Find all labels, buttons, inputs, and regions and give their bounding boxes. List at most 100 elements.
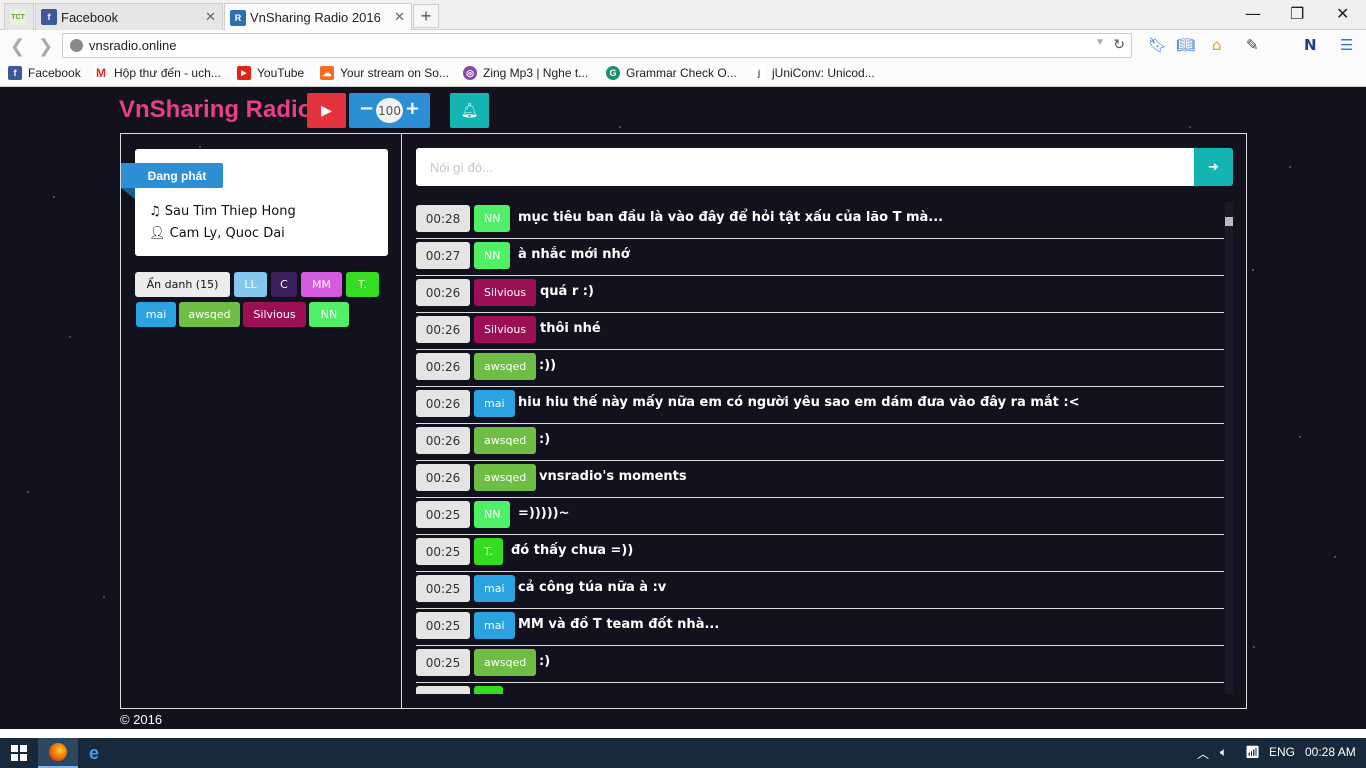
bookmark-youtube[interactable]: ▶ YouTube xyxy=(237,66,304,80)
message-nick[interactable]: awsqed xyxy=(474,353,537,380)
network-icon[interactable]: 📶︎ xyxy=(1245,745,1260,759)
send-button[interactable]: ➜ xyxy=(1194,148,1233,186)
chat-scrollbar[interactable] xyxy=(1225,202,1233,694)
home-icon[interactable]: ⌂ xyxy=(1212,36,1222,54)
tools-icon[interactable]: ✎ xyxy=(1246,36,1259,54)
user-badge[interactable]: NN xyxy=(309,302,349,327)
bookmark-label: Facebook xyxy=(28,66,81,80)
message-text: đó thấy chưa =)) xyxy=(511,543,634,558)
notification-button[interactable]: 🔔︎ xyxy=(450,93,489,128)
message-nick[interactable]: Silvious xyxy=(474,279,537,306)
reload-icon[interactable]: ↻ xyxy=(1113,36,1125,53)
tab-vnsharing-radio[interactable]: R VnSharing Radio 2016 ✕ xyxy=(224,3,412,31)
language-indicator[interactable]: ENG xyxy=(1269,745,1295,759)
volume-control: − 100 + xyxy=(349,93,430,128)
show-hidden-icons-icon[interactable]: ︿ xyxy=(1197,745,1209,762)
soundcloud-icon: ☁ xyxy=(320,66,334,80)
chat-input-row: ➜ xyxy=(416,148,1233,186)
minimize-icon[interactable]: — xyxy=(1245,4,1261,23)
taskbar-firefox[interactable] xyxy=(38,738,78,768)
scrollbar-thumb[interactable] xyxy=(1225,217,1233,226)
message-time: 00:25 xyxy=(416,575,470,602)
tab-facebook[interactable]: f Facebook ✕ xyxy=(35,3,223,30)
chat-message: 00:26 Silvious quá r :) xyxy=(416,276,1224,313)
address-bar[interactable]: vnsradio.online ▼ ↻ xyxy=(62,33,1132,58)
message-nick[interactable]: mai xyxy=(474,575,515,602)
play-button[interactable]: ▶ xyxy=(307,93,346,128)
volume-down-button[interactable]: − xyxy=(359,98,374,119)
message-text: thôi nhé xyxy=(540,321,601,336)
message-time: 00:25 xyxy=(416,686,470,694)
message-time: 00:26 xyxy=(416,464,470,491)
message-nick[interactable]: awsqed xyxy=(474,464,537,491)
chat-input[interactable] xyxy=(416,148,1194,186)
user-badge[interactable]: T. xyxy=(346,272,379,297)
volume-up-button[interactable]: + xyxy=(405,98,420,119)
globe-icon xyxy=(70,39,83,52)
taskbar-edge[interactable]: e xyxy=(78,738,110,768)
bookmark-star-icon[interactable]: 🔖︎ xyxy=(1148,36,1167,54)
volume-icon[interactable]: 🔈︎ xyxy=(1220,745,1227,760)
start-button[interactable] xyxy=(0,738,38,768)
message-nick[interactable]: awsqed xyxy=(474,427,537,454)
facebook-favicon-icon: f xyxy=(41,9,57,25)
user-badge[interactable]: C xyxy=(271,272,297,297)
message-nick[interactable]: T. xyxy=(474,686,503,694)
user-badge[interactable]: awsqed xyxy=(179,302,240,327)
chat-message: 00:25 T. xyxy=(416,683,1224,694)
bookmark-gmail[interactable]: M Hộp thư đến - uch... xyxy=(94,66,221,80)
tab-tct[interactable]: TCT xyxy=(4,3,34,30)
tab-close-icon[interactable]: ✕ xyxy=(394,9,405,25)
firefox-icon xyxy=(49,743,67,761)
tab-close-icon[interactable]: ✕ xyxy=(205,9,216,25)
chat-message: 00:26 Silvious thôi nhé xyxy=(416,313,1224,350)
message-time: 00:25 xyxy=(416,501,470,528)
new-tab-button[interactable]: + xyxy=(413,4,439,28)
menu-icon[interactable]: ☰ xyxy=(1340,36,1353,54)
reader-icon[interactable]: 📖︎ xyxy=(1176,36,1195,54)
message-time: 00:26 xyxy=(416,316,470,343)
message-time: 00:25 xyxy=(416,538,470,565)
message-nick[interactable]: awsqed xyxy=(474,649,537,676)
bookmark-uniconv[interactable]: j jUniConv: Unicod... xyxy=(752,66,875,80)
bookmark-facebook[interactable]: f Facebook xyxy=(8,66,81,80)
extension-icon[interactable]: N xyxy=(1304,36,1317,54)
main-panel: Đang phát ♫ Sau Tim Thiep Hong 👤︎ Cam Ly… xyxy=(120,133,1247,709)
user-badge[interactable]: Ẩn danh (15) xyxy=(135,272,230,297)
sign-in-icon: ➜ xyxy=(1208,159,1219,175)
user-badge[interactable]: Silvious xyxy=(243,302,306,327)
message-nick[interactable]: NN xyxy=(474,501,511,528)
message-nick[interactable]: T. xyxy=(474,538,503,565)
bookmark-grammar[interactable]: G Grammar Check O... xyxy=(606,66,737,80)
user-badge[interactable]: MM xyxy=(301,272,342,297)
message-nick[interactable]: NN xyxy=(474,242,511,269)
volume-level[interactable]: 100 xyxy=(376,98,403,123)
message-text: MM và đồ T team đốt nhà... xyxy=(518,617,720,632)
bookmark-soundcloud[interactable]: ☁ Your stream on So... xyxy=(320,66,449,80)
maximize-icon[interactable]: ❐ xyxy=(1290,4,1304,23)
user-badge[interactable]: LL xyxy=(234,272,267,297)
system-clock[interactable]: 00:28 AM xyxy=(1305,745,1356,759)
chat-message: 00:25 NN =)))))~ xyxy=(416,498,1224,535)
forward-icon[interactable]: ❯ xyxy=(38,36,53,57)
message-nick[interactable]: mai xyxy=(474,612,515,639)
chat-message: 00:26 awsqed :)) xyxy=(416,350,1224,387)
site-logo[interactable]: VnSharing Radio xyxy=(119,96,312,124)
chat-message: 00:28 NN mục tiêu ban đầu là vào đây để … xyxy=(416,202,1224,239)
message-nick[interactable]: mai xyxy=(474,390,515,417)
edge-icon: e xyxy=(88,742,99,763)
message-text: quá r :) xyxy=(540,284,594,299)
message-text: =)))))~ xyxy=(518,506,570,521)
message-text: :) xyxy=(539,432,551,447)
message-time: 00:28 xyxy=(416,205,470,232)
message-nick[interactable]: NN xyxy=(474,205,511,232)
bookmark-label: YouTube xyxy=(257,66,305,80)
artist-line: 👤︎ Cam Ly, Quoc Dai xyxy=(149,226,285,241)
tct-favicon-icon: TCT xyxy=(10,9,26,25)
user-badge[interactable]: mai xyxy=(136,302,176,327)
dropdown-icon[interactable]: ▼ xyxy=(1095,37,1105,48)
back-icon[interactable]: ❮ xyxy=(10,36,25,57)
bookmark-zing[interactable]: ◎ Zing Mp3 | Nghe t... xyxy=(463,66,588,80)
close-window-icon[interactable]: ✕ xyxy=(1336,4,1349,23)
message-nick[interactable]: Silvious xyxy=(474,316,537,343)
